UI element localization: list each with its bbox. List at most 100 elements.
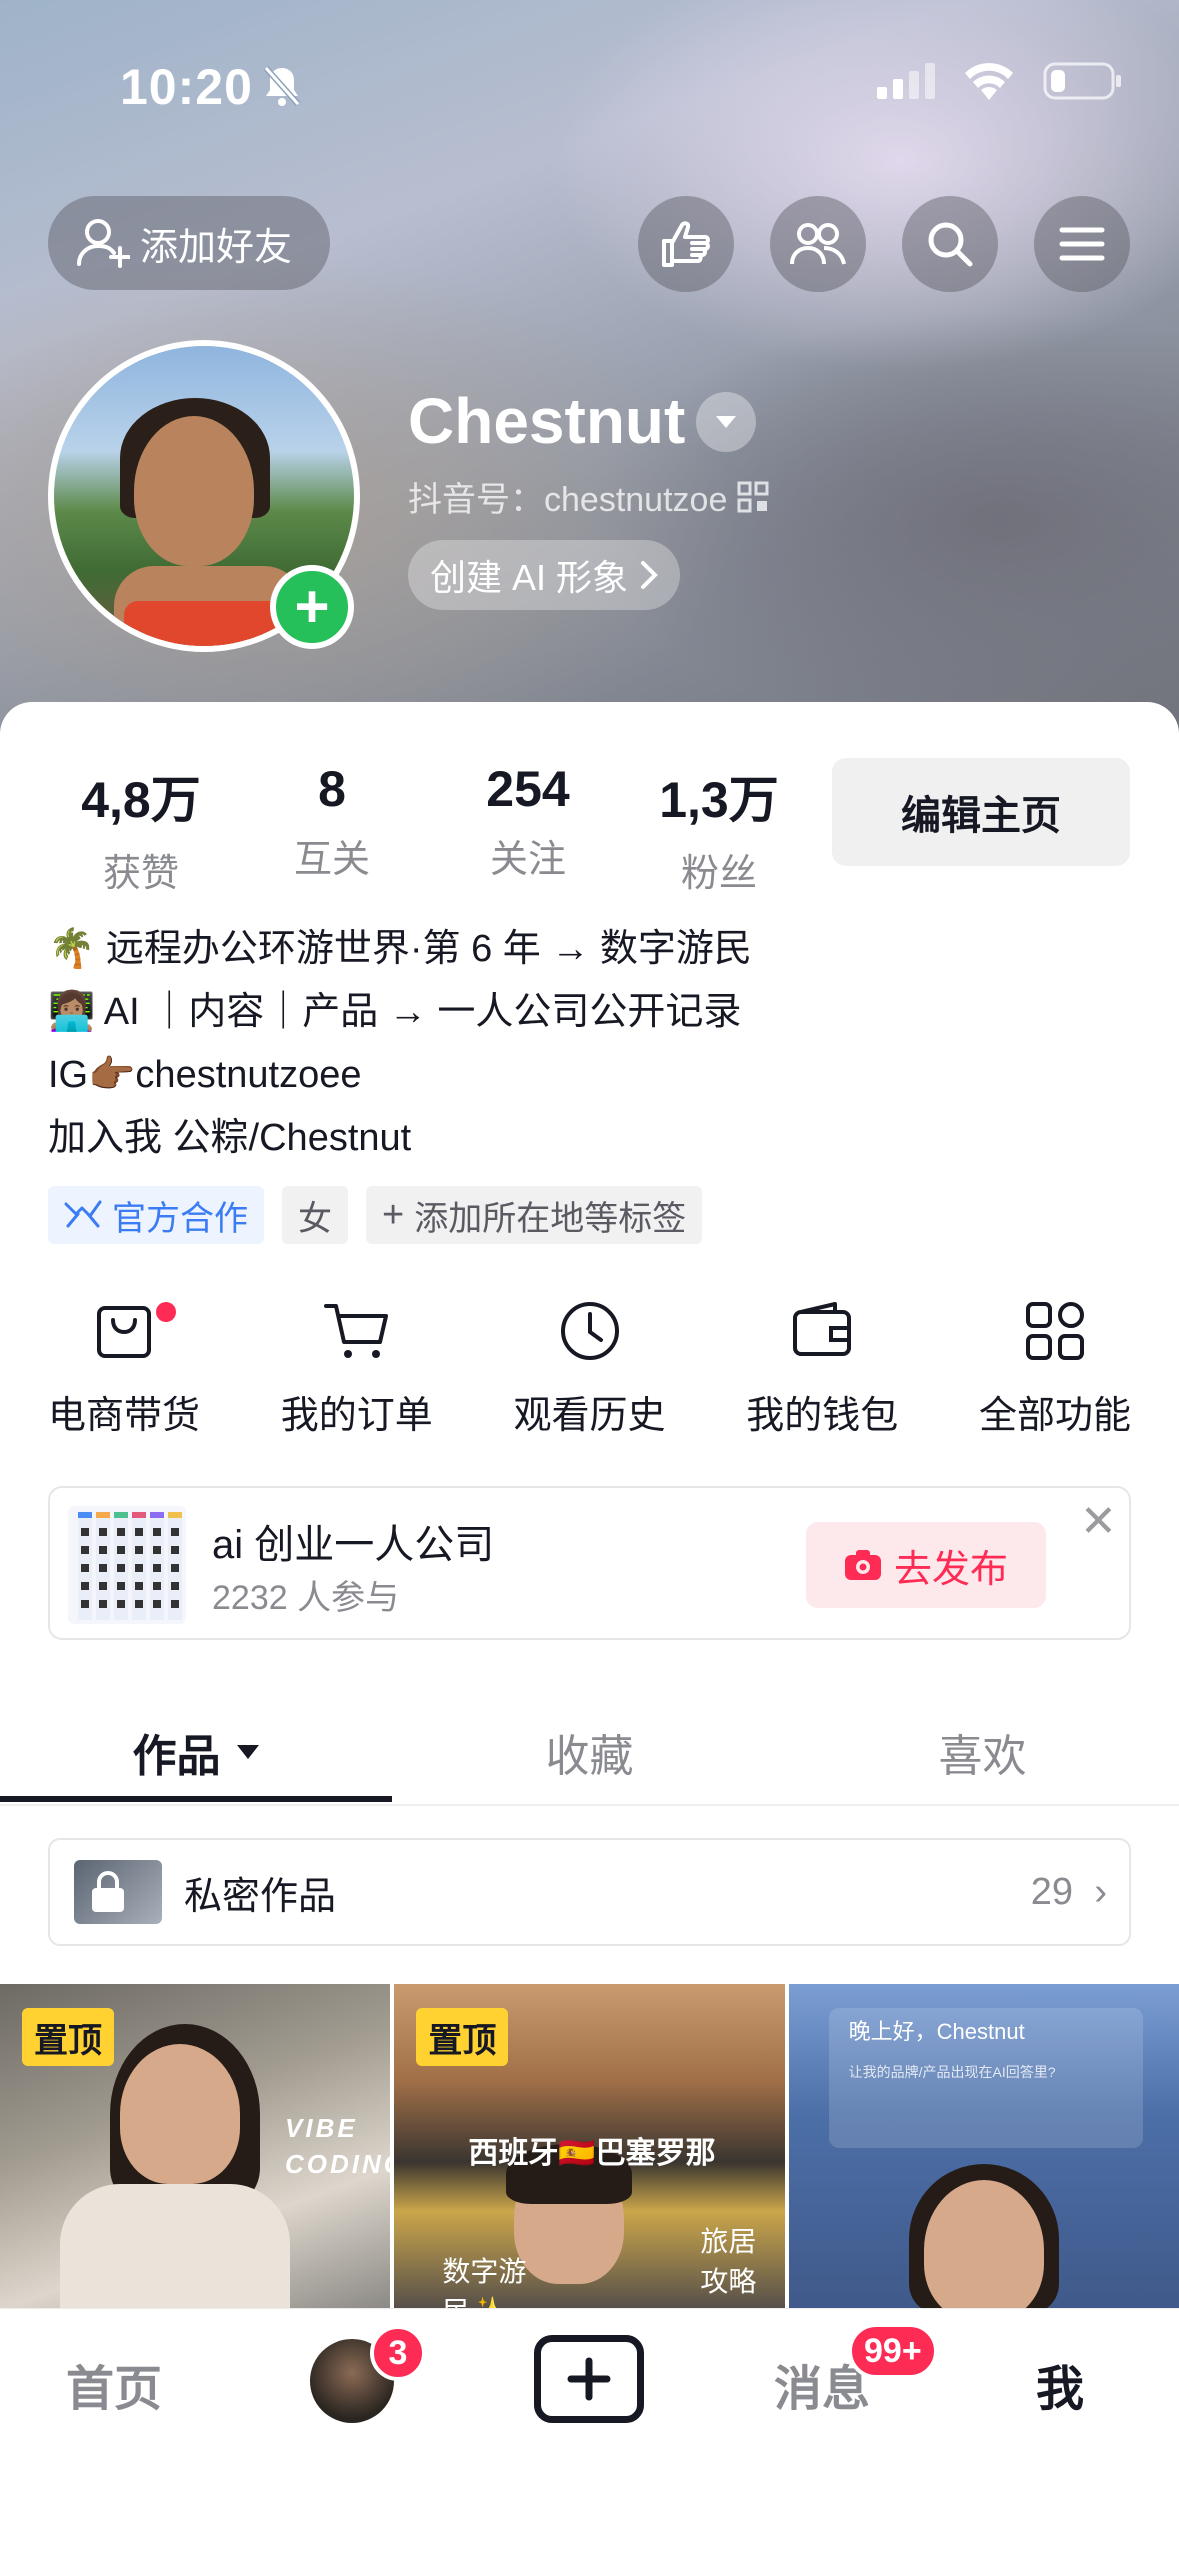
tab-favorites[interactable]: 收藏 [393,1700,786,1804]
stat-value: 254 [486,761,570,817]
function-label: 我的钱包 [746,1395,899,1437]
messages-badge: 99+ [848,2323,938,2379]
plus-icon [567,2357,611,2401]
nav-home[interactable]: 首页 [66,2349,162,2419]
menu-button[interactable] [1034,196,1130,292]
publish-button[interactable]: 去发布 [806,1522,1046,1608]
tab-label: 作品 [132,1732,221,1781]
hand-point-icon [662,221,710,267]
private-works-row[interactable]: 私密作品 29 › [48,1838,1131,1946]
video-overlay-text: 数字游民✨ [442,2256,527,2308]
clock-icon [560,1302,619,1360]
official-cooperation-tag[interactable]: 官方合作 [48,1186,264,1244]
video-overlay-text: 晚上好，Chestnut [848,2019,1025,2044]
video-overlay-text: VIBE CODING [285,2113,390,2179]
bio-line: 🌴 远程办公环游世界·第 6 年 → 数字游民 [48,928,752,970]
stat-label: 获赞 [102,853,179,895]
gender-tag: 女 [282,1186,348,1244]
tag-label: 女 [298,1199,332,1238]
function-all[interactable]: 全部功能 [955,1300,1155,1439]
chevron-right-icon: › [1094,1870,1107,1913]
bell-off-icon [262,64,302,113]
activity-banner[interactable]: ai 创业一人公司 2232 人参与 去发布 ✕ [48,1486,1131,1640]
plus-icon: + [382,1193,405,1236]
cart-icon [323,1304,388,1358]
caret-down-icon [716,416,736,428]
bottom-nav: 首页 3 消息 99+ 我 [0,2308,1179,2556]
person-figure [120,2044,240,2184]
username: Chestnut [408,385,686,457]
handshake-icon [64,1200,102,1228]
stat-mutual[interactable]: 8 互关 [234,760,430,897]
hand-point-button[interactable] [638,196,734,292]
banner-participants: 2232 人参与 [212,1579,400,1617]
video-overlay-text: 让我的品牌/产品出现在AI回答里? [848,2064,1056,2080]
douyin-id[interactable]: 抖音号：chestnutzoe [408,472,769,521]
add-user-icon [77,219,130,268]
create-ai-avatar-button[interactable]: 创建 AI 形象 [408,540,681,610]
account-switch-button[interactable] [696,392,756,452]
menu-icon [1059,227,1105,261]
edit-profile-button[interactable]: 编辑主页 [832,758,1130,866]
stat-label: 粉丝 [680,853,757,895]
wifi-icon [965,63,1013,100]
person-figure [923,2180,1044,2308]
add-location-tag[interactable]: + 添加所在地等标签 [366,1186,703,1244]
video-thumbnail[interactable]: 晚上好，Chestnut 让我的品牌/产品出现在AI回答里? [788,1984,1179,2308]
friends-badge: 3 [370,2325,426,2381]
stat-following[interactable]: 254 关注 [430,760,626,897]
notification-dot [156,1302,176,1322]
private-works-label: 私密作品 [184,1875,337,1918]
stat-likes[interactable]: 4,8万 获赞 [48,760,234,897]
pinned-badge: 置顶 [416,2008,509,2066]
create-post-button[interactable] [534,2335,644,2423]
lock-icon [92,1871,124,1912]
stat-value: 8 [318,761,346,817]
video-overlay-text: 旅居攻略 [700,2226,757,2297]
video-thumbnail[interactable]: 置顶 VIBE CODING [0,1984,391,2308]
profile-tags: 官方合作 女 + 添加所在地等标签 [48,1186,703,1244]
tab-works[interactable]: 作品 [0,1700,393,1804]
add-story-button[interactable]: + [270,565,354,649]
function-label: 全部功能 [978,1395,1131,1437]
stat-value: 1,3万 [659,772,779,828]
function-label: 观看历史 [513,1395,666,1437]
friends-button[interactable] [770,196,866,292]
function-orders[interactable]: 我的订单 [257,1300,457,1439]
private-works-count: 29 [1030,1870,1073,1913]
close-icon[interactable]: ✕ [1080,1496,1117,1547]
function-row: 电商带货 我的订单 观看历史 我的钱包 全部功能 [24,1300,1155,1439]
qr-code-icon [737,481,769,512]
active-tab-indicator [0,1796,392,1802]
search-button[interactable] [902,196,998,292]
camera-icon [844,1550,881,1580]
bio-line: 👩🏽‍💻 AI ｜内容｜产品 → 一人公司公开记录 [48,991,742,1033]
wallet-icon [793,1302,852,1356]
bag-icon [97,1306,151,1358]
status-icons [877,62,1123,100]
video-overlay-text: 西班牙🇪🇸巴塞罗那 [468,2137,716,2170]
profile-stats: 4,8万 获赞 8 互关 254 关注 1,3万 粉丝 [48,760,812,897]
tab-likes[interactable]: 喜欢 [786,1700,1179,1804]
friends-icon [790,223,846,265]
caret-down-icon [236,1745,259,1759]
add-friend-button[interactable]: 添加好友 [48,196,330,290]
stat-value: 4,8万 [81,772,201,828]
video-grid: 置顶 VIBE CODING 置顶 西班牙🇪🇸巴塞罗那 数字游民✨ 旅居攻略 晚… [0,1984,1179,2308]
pinned-badge: 置顶 [22,2008,114,2066]
chevron-right-icon [641,561,658,589]
video-thumbnail[interactable]: 置顶 西班牙🇪🇸巴塞罗那 数字游民✨ 旅居攻略 [394,1984,785,2308]
function-history[interactable]: 观看历史 [490,1300,690,1439]
status-time: 10:20 [120,59,253,115]
banner-title: ai 创业一人公司 [212,1523,495,1567]
function-ecommerce[interactable]: 电商带货 [24,1300,224,1439]
nav-me[interactable]: 我 [1036,2349,1084,2419]
banner-thumbnail [68,1506,186,1624]
stat-label: 互关 [293,839,370,881]
tag-label: 添加所在地等标签 [414,1199,687,1238]
private-works-thumbnail [74,1860,162,1924]
stat-followers[interactable]: 1,3万 粉丝 [626,760,812,897]
function-wallet[interactable]: 我的钱包 [722,1300,922,1439]
function-label: 电商带货 [47,1395,200,1437]
publish-label: 去发布 [893,1548,1008,1591]
